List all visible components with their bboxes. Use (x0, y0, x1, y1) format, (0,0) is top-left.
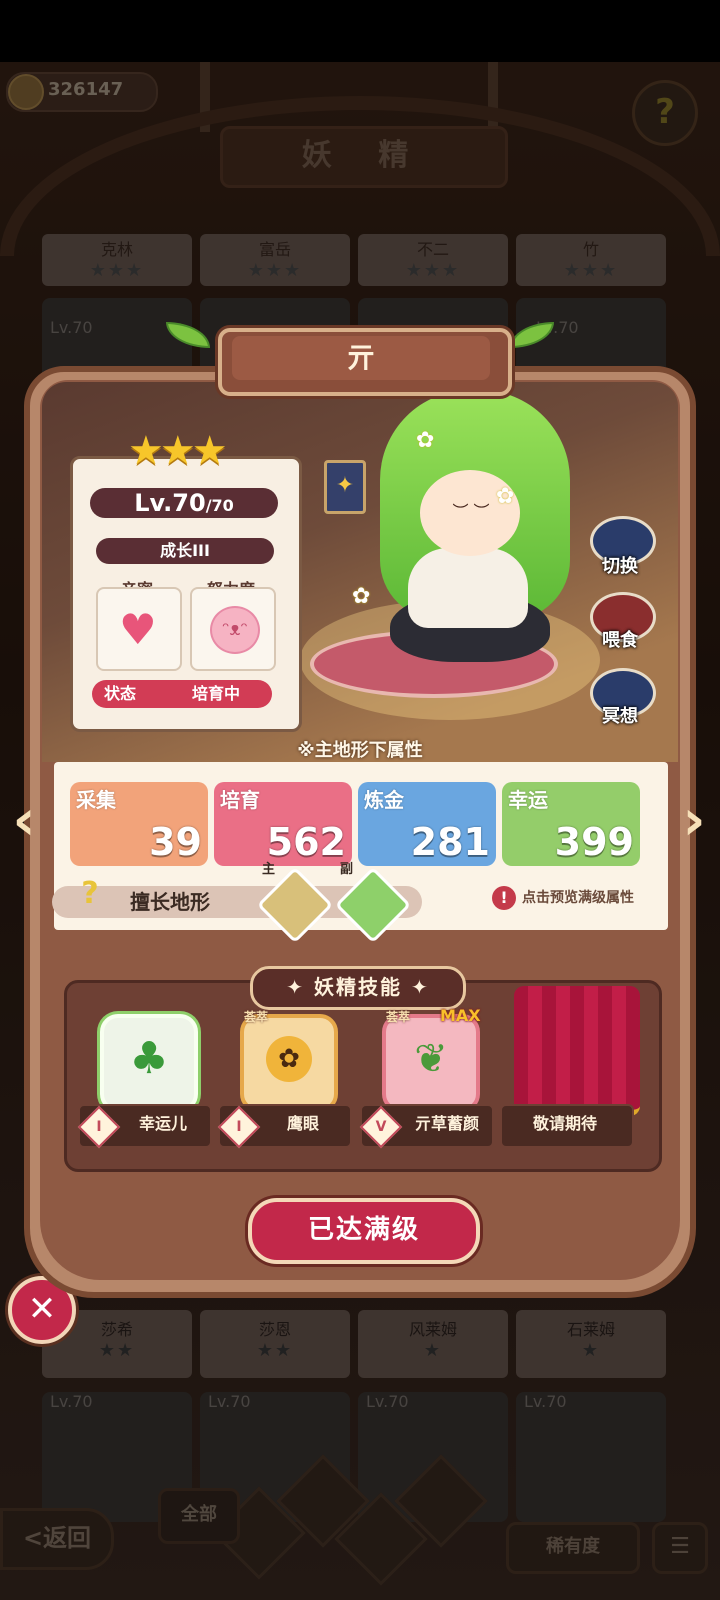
skills-title-text: 妖精技能 (314, 975, 402, 999)
fairy-body (408, 548, 528, 628)
skill-tier: V (375, 1119, 387, 1135)
skill-name: 鹰眼 (286, 1114, 319, 1133)
max-level-button[interactable]: 已达满级 (248, 1198, 480, 1264)
stat-alchemy: 炼金 281 (358, 782, 496, 866)
question-flower-icon: ? (81, 876, 99, 911)
stat-luck: 幸运 399 (502, 782, 640, 866)
level-value: Lv.70 (134, 489, 206, 517)
flower-icon: ✿ (416, 428, 435, 453)
fairy-stars: ★★★ (128, 428, 228, 474)
stat-gather: 采集 39 (70, 782, 208, 866)
max-badge: MAX (440, 1006, 481, 1025)
status-bar (0, 0, 720, 62)
stat-nurture: 培育 562 (214, 782, 352, 866)
sparkle-icon: ✦ (402, 975, 430, 999)
herb-icon: ❦ (414, 1036, 448, 1082)
next-fairy-arrow[interactable]: › (674, 786, 714, 856)
skill-lucky[interactable]: ♣ (100, 1014, 198, 1112)
feed-label: 喂食 (602, 630, 638, 651)
locked-skill-curtain (514, 986, 640, 1116)
stat-label: 培育 (220, 788, 260, 812)
fairy-level: Lv.70/70 (90, 488, 278, 518)
stat-label: 炼金 (364, 788, 404, 812)
stat-value: 39 (149, 820, 202, 864)
skill-herb[interactable]: ❦ (382, 1014, 480, 1112)
heart-icon: ♥ (119, 605, 157, 654)
terrain-label: 擅长地形 (130, 890, 210, 914)
level-max: /70 (205, 496, 234, 515)
close-icon: ✕ (27, 1289, 57, 1329)
flower-icon: ✿ (496, 484, 515, 509)
skill-eagle-eye[interactable]: ✿ (240, 1014, 338, 1112)
prev-fairy-arrow[interactable]: ‹ (4, 786, 44, 856)
fairy-name: 亓 (232, 336, 490, 380)
attribute-title: ※主地形下属性 (297, 740, 423, 761)
skill-tag: 荟萃 (244, 1010, 269, 1024)
stat-value: 399 (554, 820, 634, 864)
tarot-card-icon[interactable]: ✦ (324, 460, 366, 514)
clover-icon: ♣ (129, 1033, 169, 1084)
skill-name: 敬请期待 (532, 1114, 597, 1133)
growth-stage: 成长III (96, 538, 274, 564)
terrain-main-tag: 主 (262, 862, 276, 877)
skill-name: 亓草蓄颜 (414, 1114, 479, 1133)
stat-value: 281 (410, 820, 490, 864)
bee-icon: ✿ (266, 1036, 312, 1082)
terrain-sub-tag: 副 (340, 862, 354, 877)
alert-icon: ! (492, 886, 516, 910)
status-label: 状态 (104, 684, 137, 703)
status-value: 培育中 (192, 684, 241, 703)
flower-icon: ✿ (352, 584, 371, 609)
preview-max-hint[interactable]: 点击预览满级属性 (522, 886, 662, 910)
skills-title: ✦ 妖精技能 ✦ (250, 966, 466, 1010)
stat-label: 幸运 (508, 788, 548, 812)
meditate-label: 冥想 (602, 706, 638, 727)
pig-face-icon: ᵔᴥᵔ (210, 606, 260, 654)
skill-tag: 荟萃 (386, 1010, 411, 1024)
sparkle-icon: ✦ (286, 975, 314, 999)
skill-name: 幸运儿 (138, 1114, 187, 1133)
stat-value: 562 (266, 820, 346, 864)
switch-label: 切换 (602, 556, 638, 577)
stat-label: 采集 (76, 788, 116, 812)
